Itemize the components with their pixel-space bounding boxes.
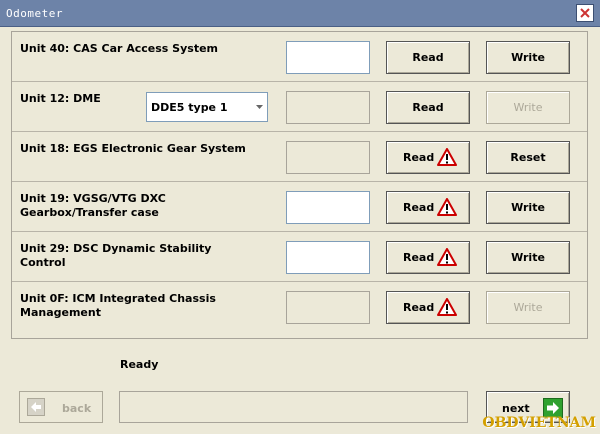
- odometer-value-field[interactable]: [286, 241, 370, 274]
- odometer-value-field: [286, 141, 370, 174]
- unit-row-18: Unit 18: EGS Electronic Gear System Read…: [12, 132, 587, 182]
- unit-row-40: Unit 40: CAS Car Access System Read Writ…: [12, 32, 587, 82]
- warning-icon: [437, 148, 457, 166]
- back-label: back: [62, 402, 92, 415]
- back-arrow-icon: [27, 398, 45, 416]
- unit-label: Unit 29: DSC Dynamic Stability Control: [20, 242, 212, 269]
- write-button: Write: [486, 291, 570, 324]
- write-button[interactable]: Write: [486, 241, 570, 274]
- read-button[interactable]: Read: [386, 141, 470, 174]
- odometer-value-field[interactable]: [286, 41, 370, 74]
- next-label: next: [502, 402, 530, 415]
- write-button[interactable]: Write: [486, 191, 570, 224]
- close-icon: [580, 8, 590, 18]
- unit-label: Unit 18: EGS Electronic Gear System: [20, 142, 246, 155]
- reset-button[interactable]: Reset: [486, 141, 570, 174]
- odometer-value-field[interactable]: [286, 191, 370, 224]
- odometer-value-field: [286, 291, 370, 324]
- unit-row-0f: Unit 0F: ICM Integrated Chassis Manageme…: [12, 282, 587, 332]
- unit-label: Unit 40: CAS Car Access System: [20, 42, 219, 55]
- unit-row-19: Unit 19: VGSG/VTG DXC Gearbox/Transfer c…: [12, 182, 587, 232]
- window-title: Odometer: [6, 7, 63, 20]
- dropdown-arrow-icon[interactable]: [252, 94, 266, 120]
- unit-row-29: Unit 29: DSC Dynamic Stability Control R…: [12, 232, 587, 282]
- odometer-value-field: [286, 91, 370, 124]
- read-button[interactable]: Read: [386, 241, 470, 274]
- warning-icon: [437, 198, 457, 216]
- read-button[interactable]: Read: [386, 191, 470, 224]
- warning-icon: [437, 298, 457, 316]
- watermark: OBDVIETNAM: [482, 415, 596, 431]
- unit-row-12: Unit 12: DME DDE5 type 1 Read Write: [12, 82, 587, 132]
- read-button[interactable]: Read: [386, 291, 470, 324]
- title-bar: Odometer: [0, 0, 600, 27]
- close-button[interactable]: [576, 4, 594, 22]
- engine-type-value: DDE5 type 1: [151, 101, 228, 114]
- engine-type-select[interactable]: DDE5 type 1: [146, 92, 268, 122]
- unit-label: Unit 0F: ICM Integrated Chassis Manageme…: [20, 292, 216, 319]
- warning-icon: [437, 248, 457, 266]
- unit-label: Unit 19: VGSG/VTG DXC Gearbox/Transfer c…: [20, 192, 166, 219]
- back-button: back: [19, 391, 103, 423]
- write-button: Write: [486, 91, 570, 124]
- read-button[interactable]: Read: [386, 41, 470, 74]
- read-button[interactable]: Read: [386, 91, 470, 124]
- units-panel: Unit 40: CAS Car Access System Read Writ…: [11, 31, 588, 339]
- write-button[interactable]: Write: [486, 41, 570, 74]
- progress-bar: [119, 391, 468, 423]
- status-text: Ready: [120, 358, 159, 371]
